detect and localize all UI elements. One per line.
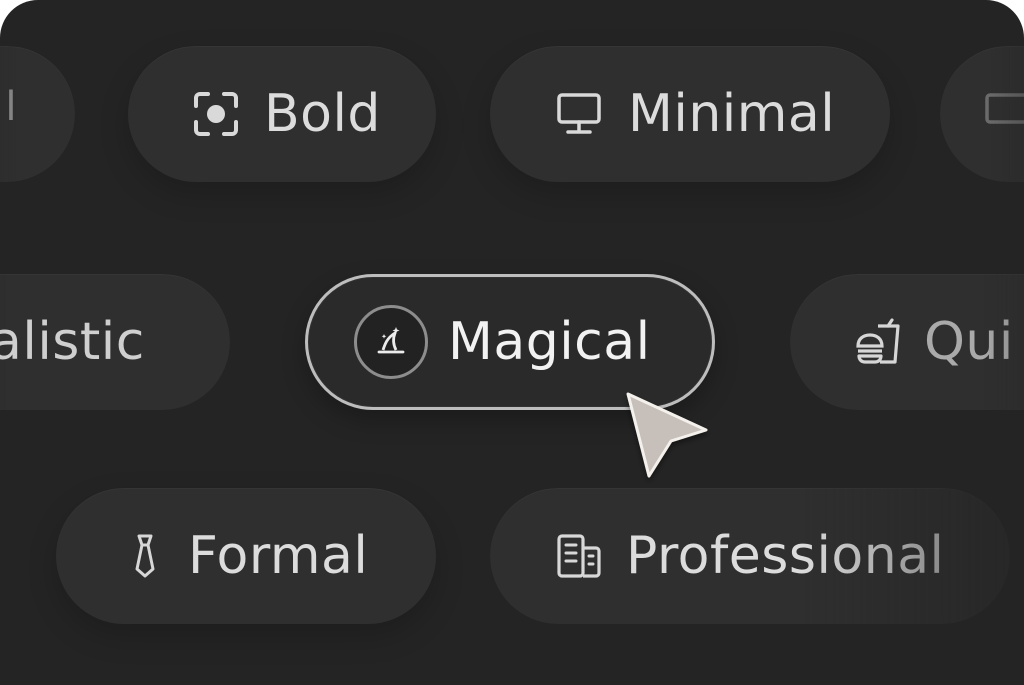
- style-chip-bold[interactable]: Bold: [128, 46, 436, 182]
- style-chip-partial-left-top[interactable]: l: [0, 46, 75, 182]
- monitor-icon: [984, 92, 1024, 136]
- chip-label: Formal: [188, 526, 369, 586]
- chip-label: Qui: [924, 312, 1014, 372]
- focus-frame-icon: [192, 90, 240, 138]
- chip-label: Magical: [448, 312, 651, 372]
- burger-drink-icon: [854, 318, 902, 366]
- style-chip-partial-right-top[interactable]: [940, 46, 1024, 182]
- style-chip-panel: l Bold Minimal alistic Magical Qui Forma…: [0, 0, 1024, 685]
- chip-label: alistic: [0, 312, 145, 372]
- tie-icon: [132, 533, 158, 579]
- chip-label: Minimal: [628, 84, 836, 144]
- style-chip-realistic[interactable]: alistic: [0, 274, 230, 410]
- monitor-icon: [556, 92, 602, 136]
- chip-label: Bold: [264, 84, 381, 144]
- style-chip-quirky[interactable]: Qui: [790, 274, 1024, 410]
- wizard-hat-icon: [354, 305, 428, 379]
- style-chip-professional[interactable]: Professional: [490, 488, 1010, 624]
- mouse-pointer-icon: [620, 388, 718, 486]
- chip-label: l: [5, 84, 17, 130]
- style-chip-minimal[interactable]: Minimal: [490, 46, 890, 182]
- chip-label: Professional: [626, 526, 945, 586]
- building-icon: [556, 533, 602, 579]
- style-chip-formal[interactable]: Formal: [56, 488, 436, 624]
